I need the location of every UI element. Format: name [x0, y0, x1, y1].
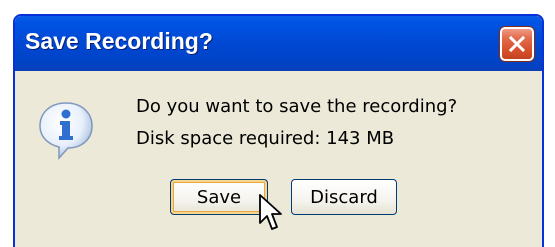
discard-button[interactable]: Discard — [291, 179, 397, 215]
message-text: Do you want to save the recording? Disk … — [136, 91, 457, 155]
message-question: Do you want to save the recording? — [136, 96, 458, 117]
title-bar[interactable]: Save Recording? — [15, 16, 542, 71]
save-recording-dialog: Save Recording? Do you want to save the … — [13, 14, 544, 247]
mouse-cursor-icon — [259, 194, 282, 230]
dialog-title: Save Recording? — [25, 28, 213, 54]
disk-space-info: Disk space required: 143 MB — [136, 128, 395, 149]
close-icon — [508, 35, 526, 53]
save-button[interactable]: Save — [170, 179, 268, 215]
info-icon — [39, 102, 93, 160]
close-button[interactable] — [500, 27, 534, 61]
